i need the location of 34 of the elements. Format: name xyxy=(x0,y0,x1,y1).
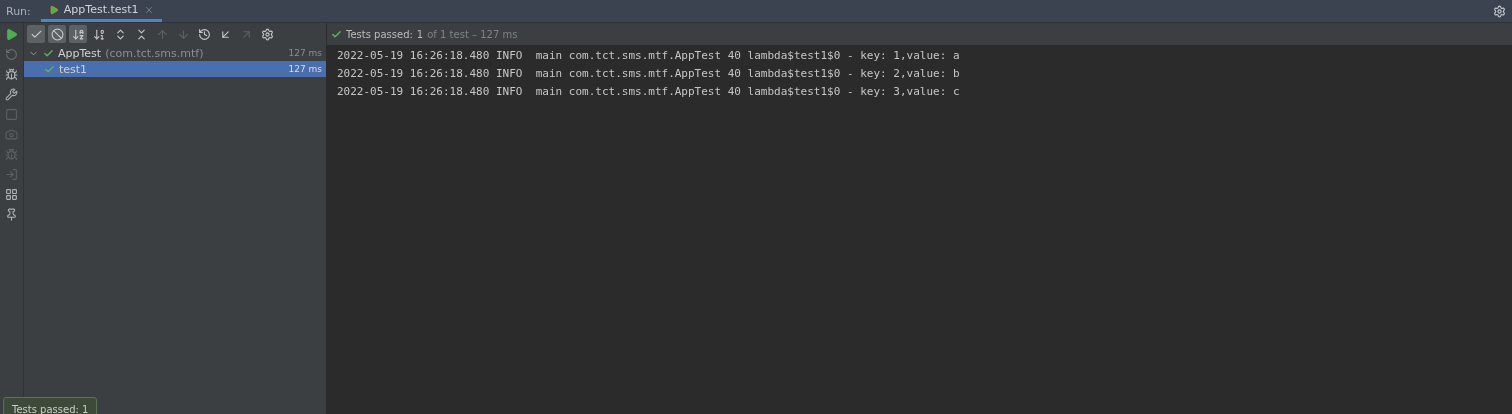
arrow-up-icon xyxy=(155,27,169,41)
sort-numeric-icon xyxy=(92,27,106,41)
test-duration: 127 ms xyxy=(288,64,322,74)
wrench-icon[interactable] xyxy=(5,88,18,101)
test-name: test1 xyxy=(59,62,88,76)
console-line: 2022-05-19 16:26:18.480 INFO main com.tct.sms.mtf.AppTest 40 lambda$test1$0 - key: 2,value: b xyxy=(337,66,961,82)
console-line: 2022-05-19 16:26:18.480 INFO main com.tct.sms.mtf.AppTest 40 lambda$test1$0 - key: 3,value: c xyxy=(337,84,961,100)
test-name: AppTest xyxy=(58,46,102,60)
settings-icon xyxy=(260,27,274,41)
close-icon[interactable] xyxy=(143,4,154,15)
bug-icon[interactable] xyxy=(5,68,18,81)
settings-icon[interactable] xyxy=(1493,4,1506,18)
sort-alpha-button[interactable] xyxy=(69,25,87,43)
status-detail: of 1 test – 127 ms xyxy=(427,28,518,40)
arrow-down-icon xyxy=(176,27,190,41)
sort-alpha-icon xyxy=(71,27,85,41)
check-button[interactable] xyxy=(27,25,45,43)
tree-row[interactable]: test1 127 ms xyxy=(24,61,326,77)
layout-icon[interactable] xyxy=(5,188,18,201)
status-label: Tests passed: xyxy=(346,28,413,40)
play-icon xyxy=(48,4,59,15)
package-name: (com.tct.sms.mtf) xyxy=(105,46,204,60)
ban-icon xyxy=(50,27,64,41)
test-duration: 127 ms xyxy=(288,48,322,58)
console-line: 2022-05-19 16:26:18.480 INFO main com.tct.sms.mtf.AppTest 40 lambda$test1$0 - key: 1,value: a xyxy=(337,48,961,64)
run-label: Run: xyxy=(6,4,31,18)
history-icon xyxy=(197,27,211,41)
ban-button[interactable] xyxy=(48,25,66,43)
status-count: 1 xyxy=(416,28,424,40)
rerun-icon[interactable] xyxy=(5,48,18,61)
tree-row[interactable]: AppTest (com.tct.sms.mtf) 127 ms xyxy=(24,45,326,61)
play-icon[interactable] xyxy=(5,28,18,41)
pin-icon[interactable] xyxy=(5,208,18,221)
tab-label: AppTest.test1 xyxy=(63,3,139,16)
